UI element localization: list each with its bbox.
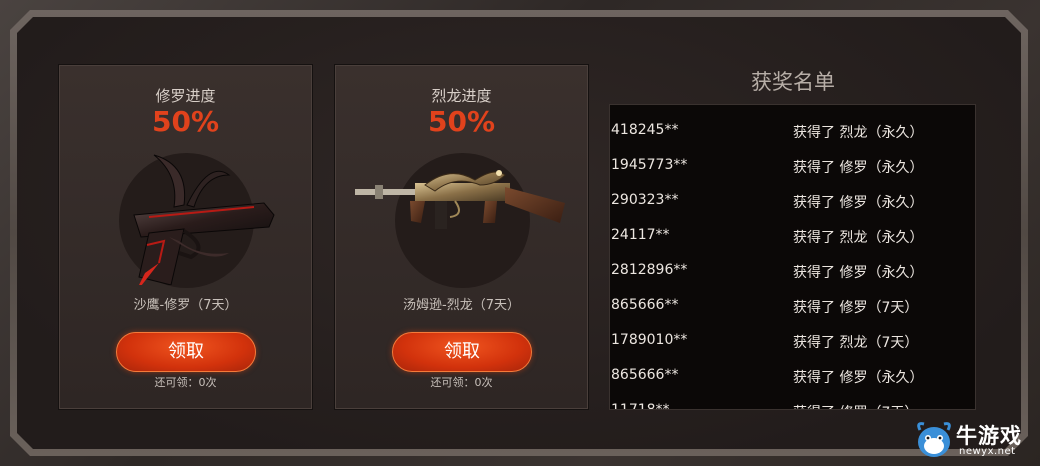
desert-eagle-icon: [133, 154, 275, 285]
winner-prize: 获得了 烈龙（永久）: [793, 125, 924, 141]
progress-percent: 50%: [427, 105, 496, 138]
list-item: 290323** 获得了 修罗（永久）: [610, 182, 975, 217]
list-item: 24117** 获得了 烈龙（永久）: [610, 217, 975, 252]
bull-mascot-icon: [917, 422, 951, 457]
winner-prize: 获得了 修罗（永久）: [793, 195, 924, 211]
list-item: 11718** 获得了 修罗（7天）: [610, 392, 975, 410]
progress-card-dragon: 烈龙进度 50% 汤姆逊-烈龙（7天） 领取 还可领：0次: [334, 64, 589, 410]
winners-list[interactable]: 418245** 获得了 烈龙（永久） 1945773** 获得了 修罗（永久）…: [609, 104, 976, 410]
winner-id: 11718**: [611, 402, 670, 410]
list-item: 418245** 获得了 烈龙（永久）: [610, 112, 975, 147]
claim-button[interactable]: 领取: [392, 332, 532, 372]
winner-id: 1945773**: [611, 157, 688, 173]
progress-percent: 50%: [151, 105, 220, 138]
winner-id: 24117**: [611, 227, 670, 243]
weapon-name: 汤姆逊-烈龙（7天）: [403, 298, 520, 313]
card-title: 修罗进度: [155, 87, 216, 105]
winner-prize: 获得了 烈龙（永久）: [793, 230, 924, 246]
remaining-count: 还可领：0次: [430, 376, 493, 389]
list-item: 1945773** 获得了 修罗（永久）: [610, 147, 975, 182]
winner-id: 1789010**: [611, 332, 688, 348]
progress-card-shura: 修罗进度 50% 沙鹰-修罗（7天） 领取 还可领：0次: [58, 64, 313, 410]
winner-id: 865666**: [611, 297, 679, 313]
winner-prize: 获得了 修罗（永久）: [793, 265, 924, 281]
card-title: 烈龙进度: [431, 87, 492, 105]
list-item: 865666** 获得了 修罗（永久）: [610, 357, 975, 392]
list-item: 2812896** 获得了 修罗（永久）: [610, 252, 975, 287]
logo-domain: newyx.net: [959, 446, 1016, 457]
weapon-name: 沙鹰-修罗（7天）: [133, 298, 238, 313]
winner-prize: 获得了 修罗（7天）: [793, 300, 919, 316]
winners-title: 获奖名单: [751, 70, 835, 94]
claim-button[interactable]: 领取: [116, 332, 256, 372]
winner-prize: 获得了 修罗（7天）: [793, 402, 918, 409]
winner-prize: 获得了 修罗（永久）: [793, 160, 924, 176]
thompson-icon: [355, 170, 565, 229]
winner-id: 290323**: [611, 192, 679, 208]
winner-prize: 获得了 烈龙（7天）: [793, 335, 919, 351]
list-item: 865666** 获得了 修罗（7天）: [610, 287, 975, 322]
winner-id: 2812896**: [611, 262, 688, 278]
remaining-count: 还可领：0次: [154, 376, 217, 389]
site-logo: 牛游戏 newyx.net: [914, 418, 1034, 462]
winner-id: 865666**: [611, 367, 679, 383]
winner-prize: 获得了 修罗（永久）: [793, 370, 924, 386]
winner-id: 418245**: [611, 122, 679, 138]
list-item: 1789010** 获得了 烈龙（7天）: [610, 322, 975, 357]
